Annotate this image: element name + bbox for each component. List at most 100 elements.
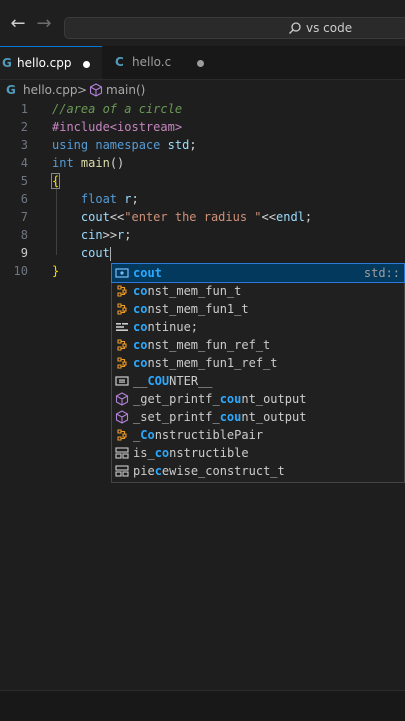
suggest-item[interactable]: const_mem_fun1_t: [112, 300, 404, 318]
code-token: std: [167, 138, 190, 152]
code-token: ;: [304, 210, 313, 224]
tab-bar: G hello.cpp C hello.c: [0, 46, 405, 80]
suggest-item-label: __COUNTER__: [133, 372, 213, 390]
back-arrow-icon[interactable]: ←: [8, 14, 28, 34]
suggest-label-suffix: nt_output: [241, 410, 307, 424]
suggest-item[interactable]: const_mem_fun_ref_t: [112, 336, 404, 354]
class-icon: [117, 429, 127, 441]
class-icon: [117, 285, 127, 297]
suggest-item-label: const_mem_fun1_t: [133, 300, 249, 318]
code-line[interactable]: 1 //area of a circle: [0, 100, 405, 118]
breadcrumb-file[interactable]: hello.cpp: [23, 80, 77, 100]
code-token: ;: [124, 228, 132, 242]
suggest-label-suffix: nst_mem_fun1_ref_t: [147, 356, 278, 370]
suggest-label-match: Co: [140, 428, 155, 442]
code-line[interactable]: 4 int main(): [0, 154, 405, 172]
suggest-item-label: piecewise_construct_t: [133, 462, 285, 480]
suggest-item[interactable]: _get_printf_count_output: [112, 390, 404, 408]
suggest-item-label: const_mem_fun_t: [133, 282, 241, 300]
tab-hello-c[interactable]: C hello.c: [103, 46, 215, 79]
suggest-widget[interactable]: cout std:: const_mem_fun_t const_mem_fun1_t…: [111, 263, 405, 483]
suggest-label-suffix: nt_output: [241, 392, 307, 406]
suggest-item[interactable]: continue;: [112, 318, 404, 336]
suggest-label-prefix: __: [133, 374, 148, 388]
line-number: 4: [20, 156, 28, 170]
code-text: cin>>r;: [52, 226, 132, 244]
suggest-label-match: cout: [133, 266, 162, 280]
suggest-label-suffix: nstructiblePair: [154, 428, 264, 442]
line-number: 10: [13, 264, 28, 278]
line-number: 7: [20, 210, 28, 224]
keyword-icon: [116, 323, 128, 331]
suggest-item[interactable]: const_mem_fun1_ref_t: [112, 354, 404, 372]
code-text: #include<iostream>: [52, 118, 182, 136]
suggest-item[interactable]: piecewise_construct_t: [112, 462, 404, 480]
suggest-label-match: cou: [219, 392, 242, 406]
class-icon: [117, 303, 127, 315]
code-token: <<: [109, 210, 125, 224]
breadcrumb: G hello.cpp > main(): [0, 80, 405, 100]
suggest-label-match: co: [133, 338, 148, 352]
tab-hello-cpp[interactable]: G hello.cpp: [0, 46, 102, 79]
suggest-item-label: _set_printf_count_output: [133, 408, 306, 426]
code-token: namespace: [95, 138, 161, 152]
suggest-label-suffix: NTER__: [169, 374, 213, 388]
suggest-label-prefix: is_: [133, 446, 155, 460]
code-line[interactable]: 3 using namespace std;: [0, 136, 405, 154]
code-line[interactable]: 9 cout: [0, 244, 405, 262]
cpp-file-icon: G: [2, 56, 12, 70]
suggest-label-match: c: [154, 464, 162, 478]
code-token: using: [52, 138, 89, 152]
line-number: 3: [20, 138, 28, 152]
suggest-item[interactable]: _ConstructiblePair: [112, 426, 404, 444]
suggest-item-label: cout: [133, 264, 162, 282]
search-icon: [289, 22, 301, 34]
suggest-item-label: const_mem_fun_ref_t: [133, 336, 270, 354]
c-file-icon: C: [115, 55, 124, 69]
method-icon: [115, 410, 129, 424]
code-line[interactable]: 6 float r;: [0, 190, 405, 208]
suggest-label-suffix: nst_mem_fun_ref_t: [147, 338, 271, 352]
function-cube-icon: [89, 83, 103, 97]
code-token: //area of a circle: [52, 102, 183, 116]
suggest-label-prefix: pie: [133, 464, 155, 478]
code-line[interactable]: 2 #include<iostream>: [0, 118, 405, 136]
code-text: float r;: [52, 190, 139, 208]
suggest-label-suffix: nstructible: [169, 446, 249, 460]
suggest-item[interactable]: const_mem_fun_t: [112, 282, 404, 300]
suggest-item[interactable]: _set_printf_count_output: [112, 408, 404, 426]
suggest-item-label: const_mem_fun1_ref_t: [133, 354, 278, 372]
status-bar: [0, 690, 405, 721]
line-number: 9: [20, 246, 28, 260]
code-token: main: [80, 156, 110, 170]
suggest-label-match: cou: [219, 410, 242, 424]
suggest-label-suffix: ewise_construct_t: [161, 464, 285, 478]
struct-icon: [115, 465, 129, 477]
suggest-item[interactable]: __COUNTER__: [112, 372, 404, 390]
constant-icon: [115, 376, 129, 386]
suggest-item[interactable]: cout std::: [111, 263, 405, 283]
command-center-search[interactable]: vs code: [64, 17, 405, 39]
struct-icon: [115, 447, 129, 459]
breadcrumb-symbol[interactable]: main(): [106, 80, 145, 100]
code-line[interactable]: 7 cout<<"enter the radius "<<endl;: [0, 208, 405, 226]
forward-arrow-icon[interactable]: →: [34, 14, 54, 34]
unsaved-dot-icon[interactable]: [197, 60, 204, 67]
unsaved-dot-icon[interactable]: [83, 61, 90, 68]
code-token: r: [124, 192, 132, 206]
suggest-item-label: _get_printf_count_output: [133, 390, 306, 408]
code-token: int: [52, 156, 74, 170]
code-text: {: [50, 172, 61, 190]
code-line[interactable]: 5{: [0, 172, 405, 190]
tab-label: hello.c: [132, 55, 172, 69]
tab-label: hello.cpp: [17, 56, 72, 70]
code-token: endl: [276, 210, 305, 224]
code-token: >>: [102, 228, 118, 242]
code-line[interactable]: 8 cin>>r;: [0, 226, 405, 244]
suggest-item[interactable]: is_constructible: [112, 444, 404, 462]
code-token: cout: [80, 210, 110, 224]
